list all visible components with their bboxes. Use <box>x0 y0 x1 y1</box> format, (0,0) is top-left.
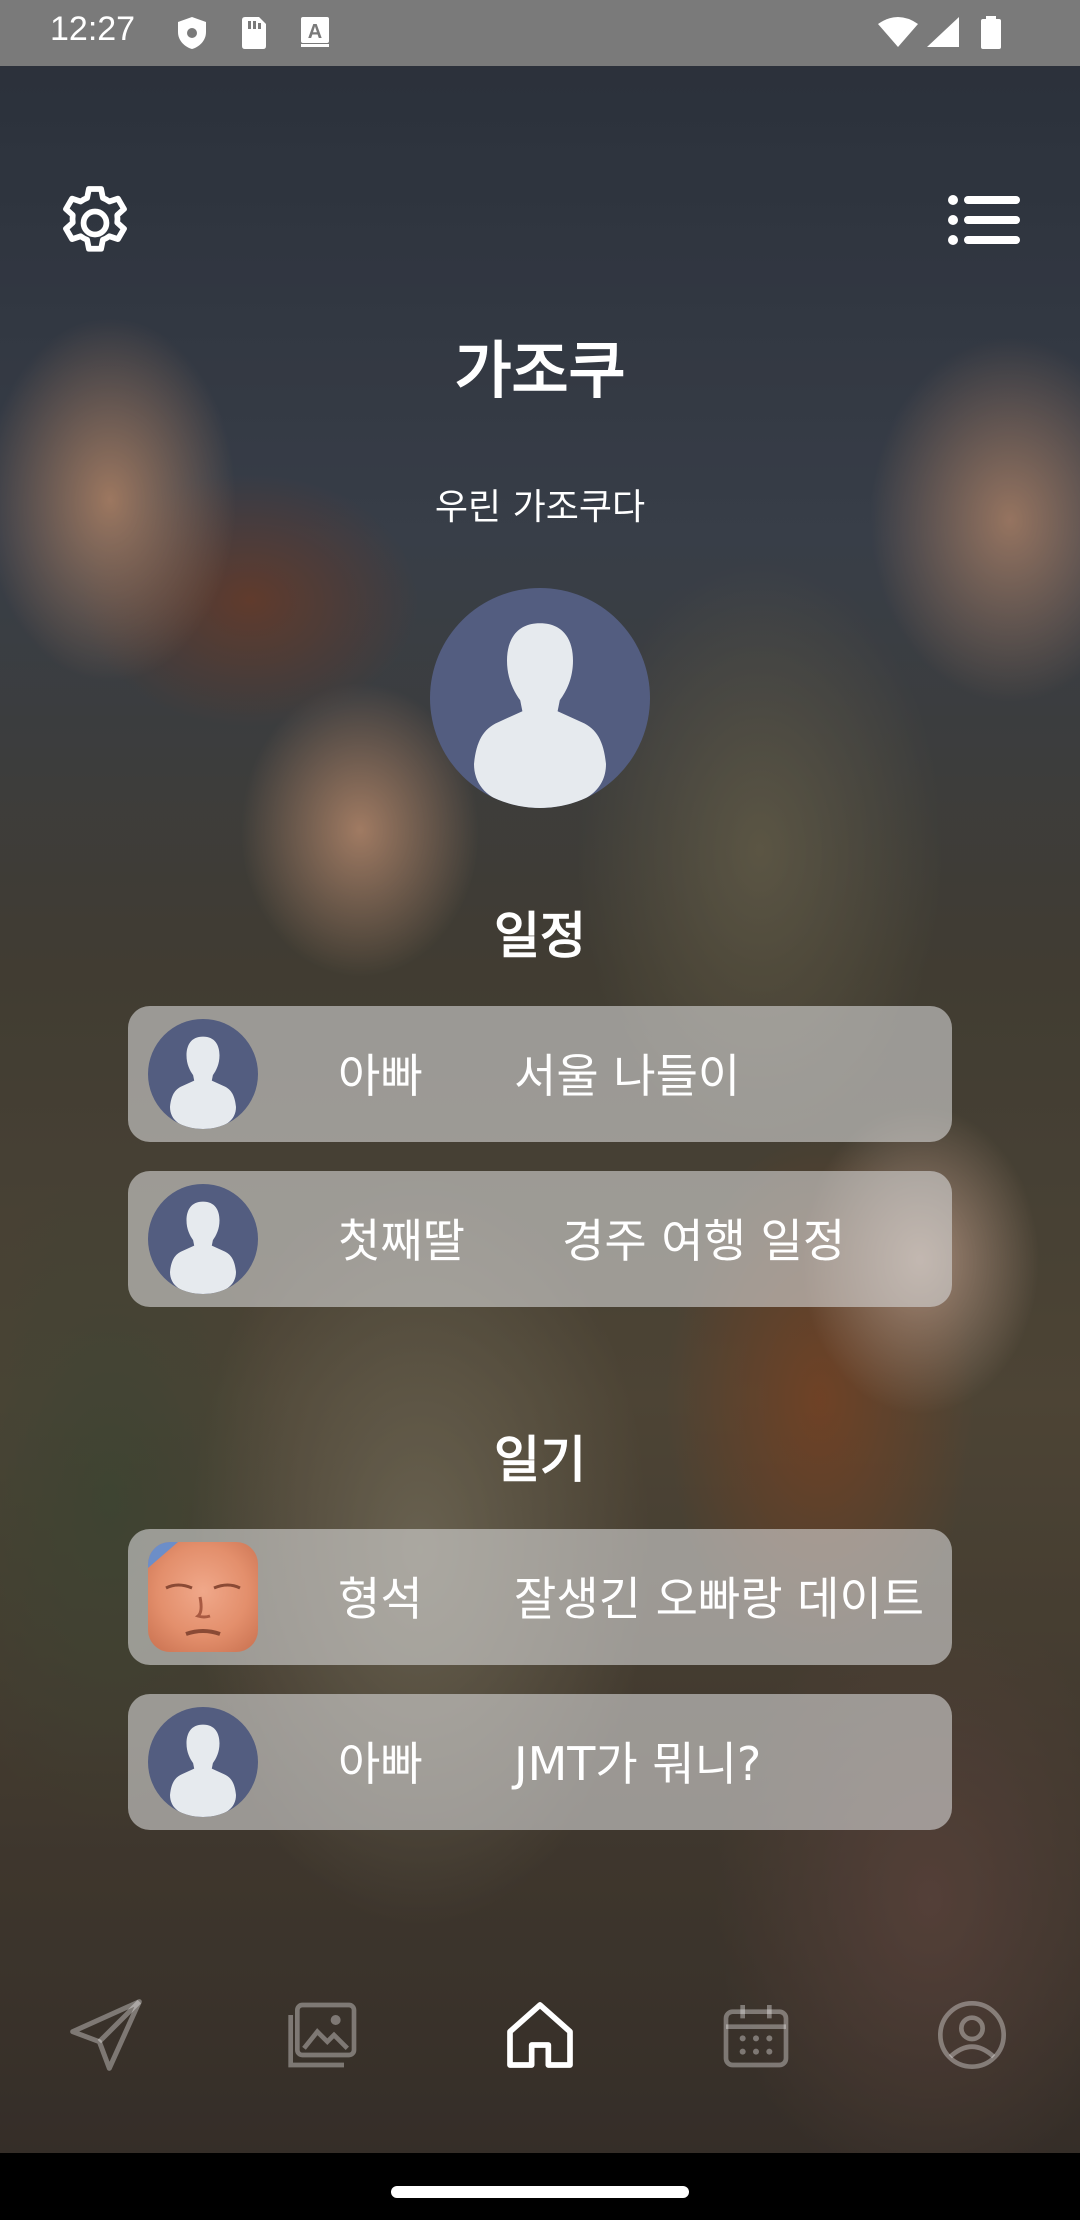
member-photo-avatar <box>148 1542 258 1652</box>
person-silhouette-icon <box>170 1201 236 1294</box>
app-screen: 12:27 A 가조쿠 우린 가조쿠다 일정 아빠 서울 나들이 첫째딸 경주 … <box>0 0 1080 2220</box>
member-name: 형석 <box>338 1572 423 1626</box>
member-name: 첫째딸 <box>338 1214 465 1268</box>
person-silhouette-icon <box>170 1036 236 1129</box>
status-bar: 12:27 A <box>0 0 1080 66</box>
battery-icon <box>981 16 1001 49</box>
status-time: 12:27 <box>50 10 136 48</box>
gesture-handle[interactable] <box>391 2186 689 2198</box>
member-avatar <box>148 1184 258 1294</box>
member-avatar <box>148 1019 258 1129</box>
schedule-text: 서울 나들이 <box>514 1049 741 1103</box>
send-icon[interactable] <box>66 1995 146 2075</box>
face-photo-icon <box>148 1542 241 1636</box>
schedule-item[interactable]: 아빠 서울 나들이 <box>128 1006 952 1142</box>
member-name: 아빠 <box>338 1737 423 1791</box>
calendar-icon[interactable] <box>716 1995 796 2075</box>
schedule-item[interactable]: 첫째딸 경주 여행 일정 <box>128 1171 952 1307</box>
keyboard-a-icon: A <box>301 17 329 47</box>
home-icon[interactable] <box>500 1995 580 2075</box>
diary-item[interactable]: 형석 잘생긴 오빠랑 데이트 <box>128 1529 952 1665</box>
profile-icon[interactable] <box>932 1995 1012 2075</box>
shield-icon <box>178 17 206 49</box>
family-subtitle: 우린 가조쿠다 <box>434 487 646 528</box>
system-gesture-bar <box>0 2153 1080 2220</box>
gallery-icon[interactable] <box>284 1995 364 2075</box>
person-silhouette-icon <box>474 623 606 808</box>
diary-item[interactable]: 아빠 JMT가 뭐니? <box>128 1694 952 1830</box>
bottom-navigation <box>0 1950 1080 2110</box>
diary-text: 잘생긴 오빠랑 데이트 <box>514 1572 925 1626</box>
sim-card-icon <box>242 17 266 49</box>
schedule-section-title: 일정 <box>494 907 586 965</box>
svg-text:A: A <box>308 21 322 43</box>
profile-avatar[interactable] <box>430 588 650 808</box>
signal-icon <box>927 17 959 47</box>
person-silhouette-icon <box>170 1724 236 1817</box>
member-name: 아빠 <box>338 1049 423 1103</box>
schedule-text: 경주 여행 일정 <box>562 1214 846 1268</box>
family-title: 가조쿠 <box>454 334 626 407</box>
wifi-icon <box>878 17 918 47</box>
member-avatar <box>148 1707 258 1817</box>
list-menu-icon[interactable] <box>946 188 1022 252</box>
gear-icon[interactable] <box>52 180 138 266</box>
diary-text: JMT가 뭐니? <box>514 1737 762 1791</box>
diary-section-title: 일기 <box>494 1431 586 1489</box>
